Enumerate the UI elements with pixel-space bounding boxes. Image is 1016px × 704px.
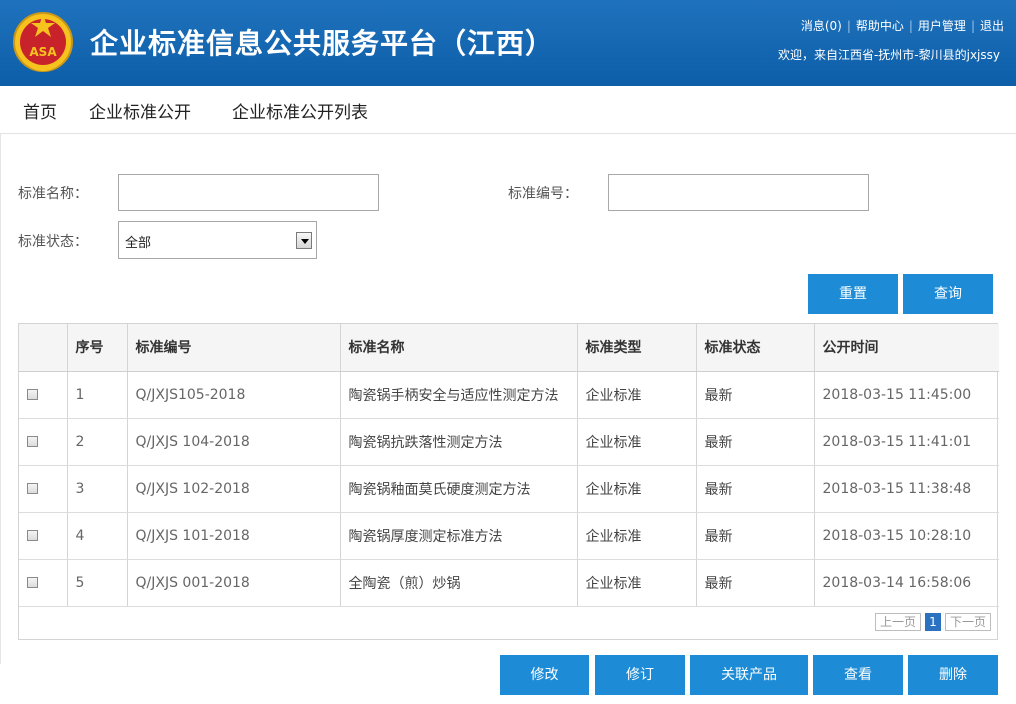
- user-management-link[interactable]: 用户管理: [918, 19, 966, 33]
- row-type: 企业标准: [577, 418, 697, 466]
- table-row[interactable]: 2 Q/JXJS 104-2018 陶瓷锅抗跌落性测定方法 企业标准 最新 20…: [19, 418, 999, 466]
- standard-status-select[interactable]: 全部: [118, 221, 317, 259]
- row-status: 最新: [696, 371, 815, 419]
- standard-name-input[interactable]: [118, 174, 379, 211]
- next-page-button[interactable]: 下一页: [944, 613, 991, 631]
- row-status: 最新: [696, 418, 815, 466]
- prev-page-button[interactable]: 上一页: [874, 613, 921, 631]
- row-time: 2018-03-15 11:38:48: [814, 465, 999, 513]
- row-type: 企业标准: [577, 559, 697, 607]
- row-code: Q/JXJS105-2018: [127, 371, 341, 419]
- row-name: 陶瓷锅抗跌落性测定方法: [340, 418, 578, 466]
- row-checkbox[interactable]: [27, 389, 38, 400]
- row-serial: 3: [67, 465, 128, 513]
- standard-code-label: 标准编号：: [508, 186, 578, 202]
- header-name: 标准名称: [340, 324, 578, 372]
- messages-link[interactable]: 消息(0): [801, 19, 842, 33]
- row-name: 全陶瓷（煎）炒锅: [340, 559, 578, 607]
- logout-link[interactable]: 退出: [980, 19, 1004, 33]
- row-checkbox[interactable]: [27, 436, 38, 447]
- row-name: 陶瓷锅厚度测定标准方法: [340, 512, 578, 560]
- row-code: Q/JXJS 104-2018: [127, 418, 341, 466]
- nav-standard-disclosure[interactable]: 企业标准公开: [89, 98, 191, 123]
- left-divider: [0, 134, 1, 664]
- main-nav: 首页 企业标准公开 企业标准公开列表: [0, 86, 1016, 134]
- site-title: 企业标准信息公共服务平台（江西）: [90, 27, 555, 60]
- row-status: 最新: [696, 512, 815, 560]
- row-serial: 4: [67, 512, 128, 560]
- row-checkbox[interactable]: [27, 530, 38, 541]
- header-select: [19, 324, 68, 372]
- site-header: ASA 企业标准信息公共服务平台（江西） 消息(0) | 帮助中心 | 用户管理 | 退出 …: [0, 0, 1016, 86]
- row-code: Q/JXJS 001-2018: [127, 559, 341, 607]
- standards-table: 序号 标准编号 标准名称 标准类型 标准状态 公开时间 1 Q/JXJS105-…: [18, 323, 999, 640]
- row-status: 最新: [696, 559, 815, 607]
- emblem-text: ASA: [29, 45, 57, 59]
- row-name: 陶瓷锅釉面莫氏硬度测定方法: [340, 465, 578, 513]
- header-code: 标准编号: [127, 324, 341, 372]
- row-time: 2018-03-15 10:28:10: [814, 512, 999, 560]
- table-header-row: 序号 标准编号 标准名称 标准类型 标准状态 公开时间: [19, 324, 999, 372]
- top-links: 消息(0) | 帮助中心 | 用户管理 | 退出: [800, 19, 1004, 33]
- revise-button[interactable]: 修订: [595, 655, 685, 695]
- row-checkbox[interactable]: [27, 483, 38, 494]
- standard-name-label: 标准名称：: [18, 186, 88, 202]
- nav-standard-disclosure-list[interactable]: 企业标准公开列表: [232, 98, 368, 123]
- header-type: 标准类型: [577, 324, 697, 372]
- row-type: 企业标准: [577, 371, 697, 419]
- row-time: 2018-03-14 16:58:06: [814, 559, 999, 607]
- row-serial: 2: [67, 418, 128, 466]
- header-status: 标准状态: [696, 324, 815, 372]
- table-row[interactable]: 5 Q/JXJS 001-2018 全陶瓷（煎）炒锅 企业标准 最新 2018-…: [19, 559, 999, 607]
- current-page[interactable]: 1: [924, 613, 941, 631]
- row-serial: 5: [67, 559, 128, 607]
- welcome-text: 欢迎，来自江西省-抚州市-黎川县的jxjssy: [777, 48, 1000, 62]
- row-serial: 1: [67, 371, 128, 419]
- dropdown-arrow-icon[interactable]: [296, 232, 312, 249]
- row-time: 2018-03-15 11:41:01: [814, 418, 999, 466]
- row-code: Q/JXJS 101-2018: [127, 512, 341, 560]
- view-button[interactable]: 查看: [813, 655, 903, 695]
- standard-status-label: 标准状态：: [18, 234, 88, 250]
- row-type: 企业标准: [577, 465, 697, 513]
- header-serial: 序号: [67, 324, 128, 372]
- national-emblem-icon: ASA: [13, 12, 73, 72]
- delete-button[interactable]: 删除: [908, 655, 998, 695]
- row-code: Q/JXJS 102-2018: [127, 465, 341, 513]
- row-type: 企业标准: [577, 512, 697, 560]
- row-status: 最新: [696, 465, 815, 513]
- pagination: 上一页 1 下一页: [874, 613, 991, 631]
- table-row[interactable]: 1 Q/JXJS105-2018 陶瓷锅手柄安全与适应性测定方法 企业标准 最新…: [19, 371, 999, 419]
- table-row[interactable]: 3 Q/JXJS 102-2018 陶瓷锅釉面莫氏硬度测定方法 企业标准 最新 …: [19, 465, 999, 513]
- reset-button[interactable]: 重置: [808, 274, 898, 314]
- table-row[interactable]: 4 Q/JXJS 101-2018 陶瓷锅厚度测定标准方法 企业标准 最新 20…: [19, 512, 999, 560]
- nav-home[interactable]: 首页: [23, 98, 57, 123]
- standard-code-input[interactable]: [608, 174, 869, 211]
- standard-status-value: 全部: [125, 236, 152, 251]
- link-product-button[interactable]: 关联产品: [690, 655, 808, 695]
- header-time: 公开时间: [814, 324, 999, 372]
- edit-button[interactable]: 修改: [500, 655, 589, 695]
- row-time: 2018-03-15 11:45:00: [814, 371, 999, 419]
- row-checkbox[interactable]: [27, 577, 38, 588]
- query-button[interactable]: 查询: [903, 274, 993, 314]
- help-center-link[interactable]: 帮助中心: [856, 19, 904, 33]
- row-name: 陶瓷锅手柄安全与适应性测定方法: [340, 371, 578, 419]
